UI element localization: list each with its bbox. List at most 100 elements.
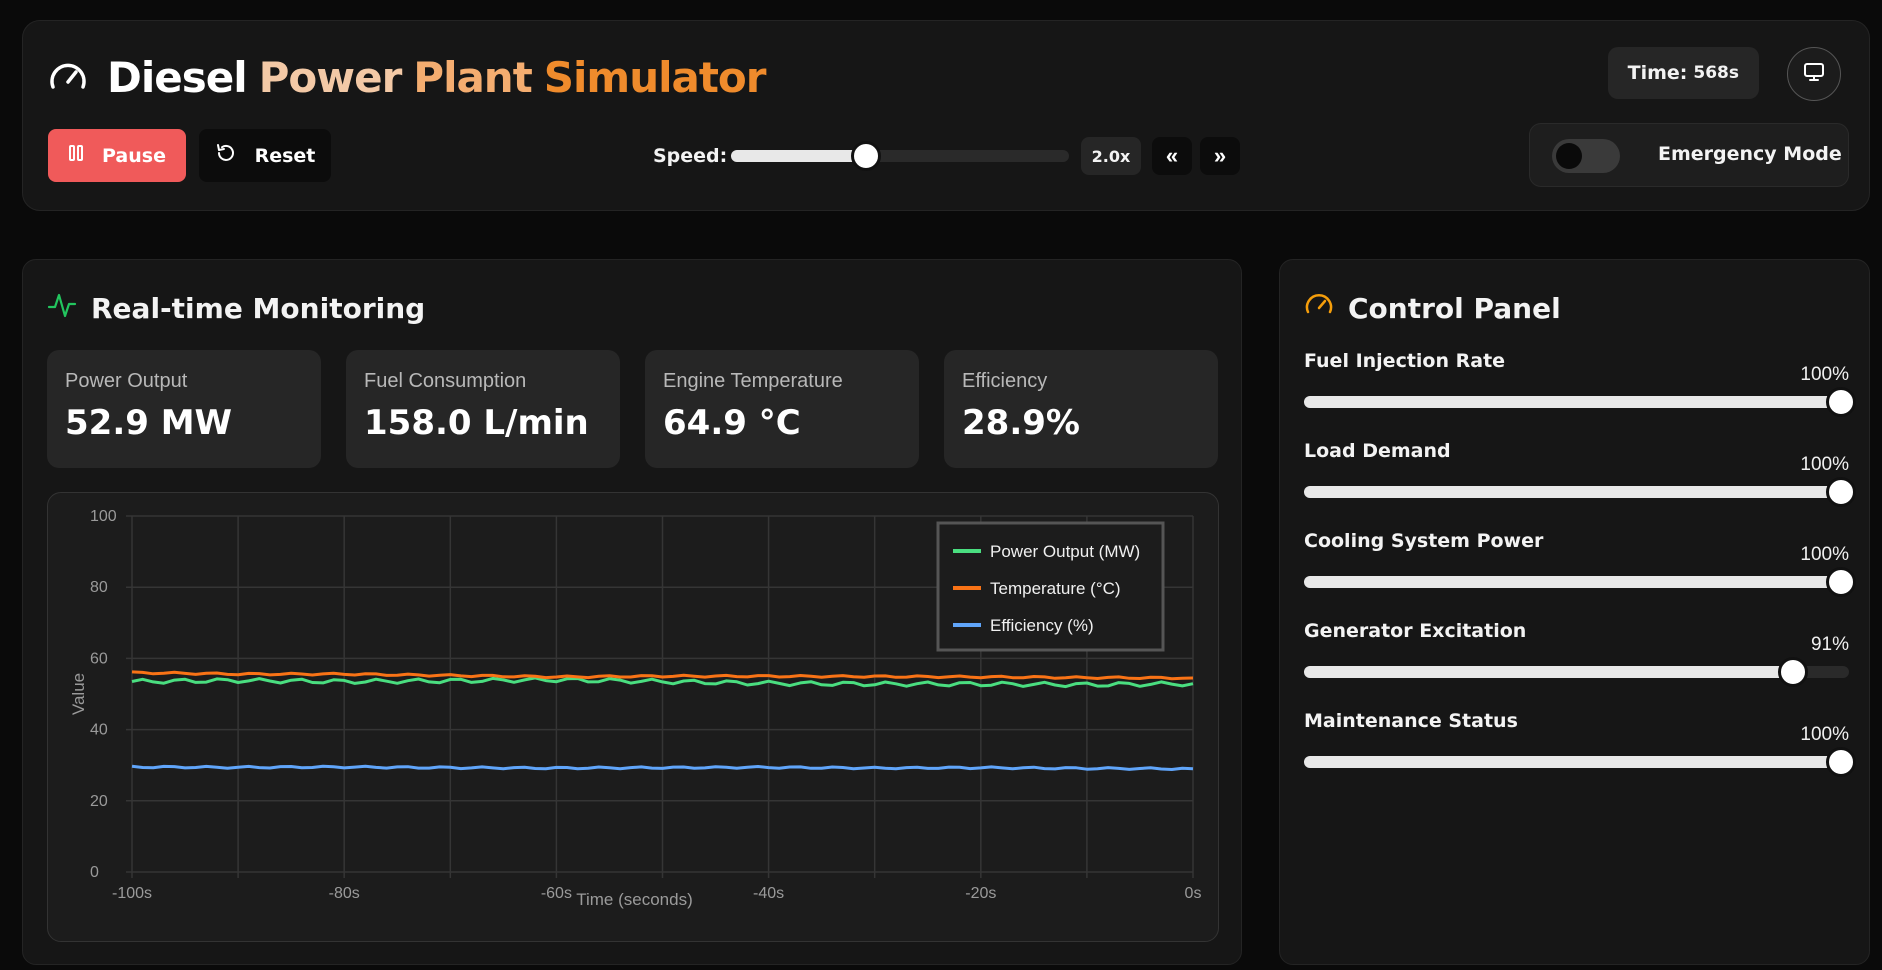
time-label: Time: bbox=[1627, 62, 1688, 84]
page-title: Diesel Power Plant Simulator bbox=[107, 53, 767, 102]
control-value: 100% bbox=[1800, 724, 1849, 745]
metric-value: 28.9% bbox=[962, 403, 1080, 443]
control-label: Fuel Injection Rate bbox=[1304, 350, 1506, 372]
control-value: 91% bbox=[1810, 634, 1849, 655]
control-slider[interactable] bbox=[1304, 387, 1856, 417]
title-word-1: Diesel bbox=[107, 53, 248, 102]
metric-value: 64.9 °C bbox=[663, 403, 801, 443]
speed-value: 2.0x bbox=[1081, 137, 1141, 175]
speed-slider[interactable] bbox=[731, 141, 1069, 171]
metric-label: Fuel Consumption bbox=[364, 370, 527, 392]
rotate-ccw-icon bbox=[215, 142, 237, 169]
speed-increase-button[interactable]: » bbox=[1200, 137, 1240, 175]
x-tick-label: -60s bbox=[541, 885, 572, 902]
pause-button[interactable]: Pause bbox=[48, 129, 186, 182]
speed-slider-fill bbox=[731, 150, 867, 162]
control-slider-handle[interactable] bbox=[1826, 477, 1856, 507]
x-tick-label: 0s bbox=[1185, 885, 1202, 902]
pause-icon bbox=[68, 144, 84, 167]
control-value: 100% bbox=[1800, 364, 1849, 385]
metric-card-efficiency: Efficiency 28.9% bbox=[944, 350, 1218, 468]
control-panel: Control Panel Fuel Injection Rate 100% Loa… bbox=[1279, 259, 1870, 965]
control-slider[interactable] bbox=[1304, 567, 1856, 597]
title-word-3: Plant bbox=[413, 53, 532, 102]
control-label: Load Demand bbox=[1304, 440, 1451, 462]
control-panel-title-text: Control Panel bbox=[1348, 292, 1561, 325]
control-value: 100% bbox=[1800, 454, 1849, 475]
control-slider[interactable] bbox=[1304, 477, 1856, 507]
control-slider-fill bbox=[1304, 756, 1841, 768]
y-tick-label: 0 bbox=[90, 864, 99, 881]
control-label: Generator Excitation bbox=[1304, 620, 1527, 642]
speed-decrease-button[interactable]: « bbox=[1152, 137, 1192, 175]
metric-label: Engine Temperature bbox=[663, 370, 843, 392]
gauge-icon bbox=[47, 57, 89, 99]
control-fuel-injection: Fuel Injection Rate 100% bbox=[1304, 350, 1856, 420]
x-axis-label: Time (seconds) bbox=[576, 890, 693, 909]
chevrons-left-icon: « bbox=[1165, 143, 1179, 168]
control-slider-fill bbox=[1304, 396, 1841, 408]
control-slider-fill bbox=[1304, 576, 1841, 588]
control-value: 100% bbox=[1800, 544, 1849, 565]
gauge-icon bbox=[1304, 290, 1334, 327]
display-mode-button[interactable] bbox=[1787, 47, 1841, 101]
x-tick-label: -40s bbox=[753, 885, 784, 902]
monitoring-title: Real-time Monitoring bbox=[47, 290, 425, 327]
toggle-knob bbox=[1556, 143, 1582, 169]
speed-label: Speed: bbox=[653, 145, 728, 167]
x-tick-label: -80s bbox=[329, 885, 360, 902]
chevrons-right-icon: » bbox=[1213, 143, 1227, 168]
title-word-4: Simulator bbox=[543, 53, 767, 102]
y-tick-label: 60 bbox=[90, 650, 108, 667]
x-tick-label: -20s bbox=[965, 885, 996, 902]
speed-slider-handle[interactable] bbox=[851, 141, 882, 171]
pause-label: Pause bbox=[102, 144, 166, 167]
y-tick-label: 40 bbox=[90, 722, 108, 739]
activity-icon bbox=[47, 290, 77, 327]
monitoring-panel: Real-time Monitoring Power Output 52.9 M… bbox=[22, 259, 1242, 965]
reset-button[interactable]: Reset bbox=[199, 129, 331, 182]
control-label: Cooling System Power bbox=[1304, 530, 1544, 552]
header-bar: Diesel Power Plant Simulator Time: 568s … bbox=[22, 20, 1870, 211]
control-maintenance-status: Maintenance Status 100% bbox=[1304, 710, 1856, 780]
control-slider-handle[interactable] bbox=[1826, 747, 1856, 777]
time-badge: Time: 568s bbox=[1607, 47, 1759, 99]
control-panel-title: Control Panel bbox=[1304, 290, 1561, 327]
legend-label: Efficiency (%) bbox=[990, 616, 1094, 635]
metric-value: 52.9 MW bbox=[65, 403, 233, 443]
metric-card-temperature: Engine Temperature 64.9 °C bbox=[645, 350, 919, 468]
metric-value: 158.0 L/min bbox=[364, 403, 589, 443]
control-generator-excitation: Generator Excitation 91% bbox=[1304, 620, 1849, 690]
control-slider-fill bbox=[1304, 486, 1841, 498]
control-load-demand: Load Demand 100% bbox=[1304, 440, 1856, 510]
emergency-mode-control: Emergency Mode bbox=[1529, 123, 1849, 187]
control-slider[interactable] bbox=[1304, 747, 1856, 777]
control-label: Maintenance Status bbox=[1304, 710, 1518, 732]
x-tick-label: -100s bbox=[112, 885, 152, 902]
chart-svg: 0 20 40 60 80 100 -100s -80s -60s -40s -20s 0s Time … bbox=[69, 508, 1202, 909]
legend-label: Temperature (°C) bbox=[990, 579, 1121, 598]
y-axis-label: Value bbox=[69, 673, 88, 715]
metric-card-fuel: Fuel Consumption 158.0 L/min bbox=[346, 350, 620, 468]
control-slider-handle[interactable] bbox=[1826, 387, 1856, 417]
emergency-mode-label: Emergency Mode bbox=[1658, 143, 1842, 165]
y-tick-label: 80 bbox=[90, 579, 108, 596]
y-tick-label: 100 bbox=[90, 508, 117, 525]
reset-label: Reset bbox=[254, 144, 316, 167]
monitoring-chart: 0 20 40 60 80 100 -100s -80s -60s -40s -20s 0s Time … bbox=[47, 492, 1219, 942]
metric-label: Efficiency bbox=[962, 370, 1048, 392]
monitor-icon bbox=[1803, 61, 1825, 88]
metric-card-power: Power Output 52.9 MW bbox=[47, 350, 321, 468]
control-slider-handle[interactable] bbox=[1778, 657, 1809, 687]
control-slider[interactable] bbox=[1304, 657, 1849, 687]
emergency-mode-toggle[interactable] bbox=[1552, 139, 1620, 173]
monitoring-title-text: Real-time Monitoring bbox=[91, 292, 426, 325]
control-slider-handle[interactable] bbox=[1826, 567, 1856, 597]
time-value: 568s bbox=[1693, 63, 1739, 83]
control-slider-fill bbox=[1304, 666, 1794, 678]
control-cooling-power: Cooling System Power 100% bbox=[1304, 530, 1856, 600]
title-row: Diesel Power Plant Simulator bbox=[47, 53, 767, 102]
legend-label: Power Output (MW) bbox=[990, 542, 1140, 561]
y-tick-label: 20 bbox=[90, 793, 108, 810]
title-word-2: Power bbox=[258, 53, 403, 102]
